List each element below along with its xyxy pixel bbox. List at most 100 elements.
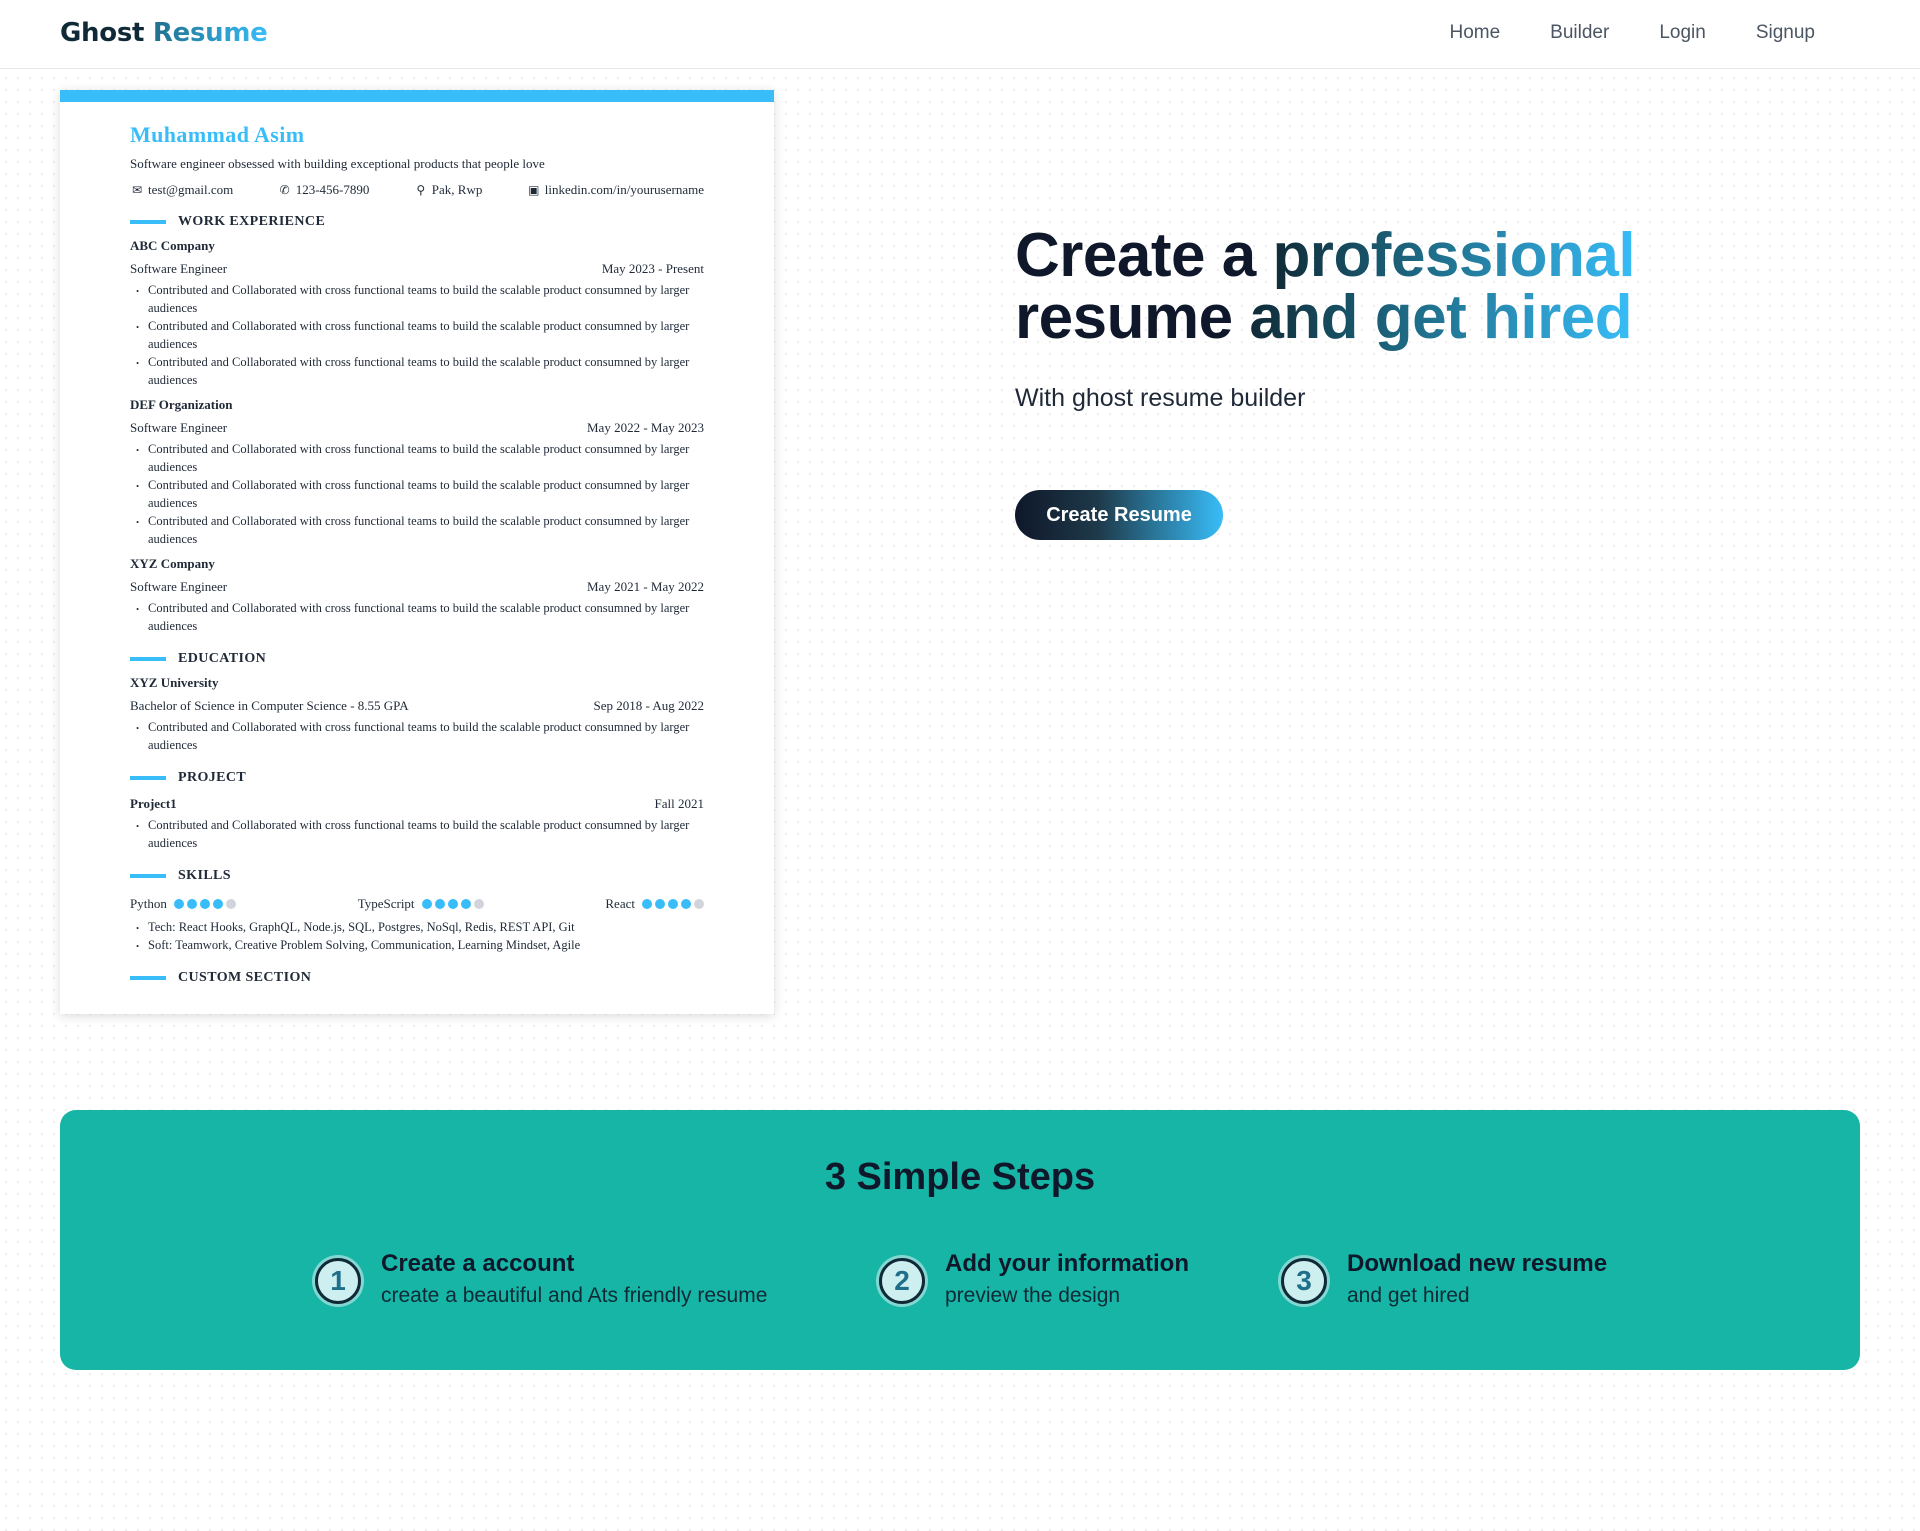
skill-rating: Python bbox=[130, 896, 236, 912]
steps-title: 3 Simple Steps bbox=[824, 1156, 1096, 1198]
contact-phone: ✆ 123-456-7890 bbox=[278, 182, 370, 198]
skill-rating: React bbox=[605, 896, 704, 912]
contact-email-text: test@gmail.com bbox=[148, 182, 234, 197]
project-entry: Project1 Fall 2021 Contributed and Collab… bbox=[130, 796, 704, 852]
resume-summary: Software engineer obsessed with building… bbox=[130, 156, 545, 171]
skill-dot-filled bbox=[434, 899, 445, 909]
section-heading-education: EDUCATION bbox=[130, 651, 704, 667]
hero-title-part: Create a bbox=[1015, 221, 1273, 290]
work-entry: ABC Company Software Engineer May 2023 - … bbox=[130, 238, 704, 389]
step-title: Add your information bbox=[945, 1250, 1189, 1277]
work-bullet: Contributed and Collaborated with cross … bbox=[130, 279, 704, 317]
step-item: 2 Add your information preview the desig… bbox=[879, 1250, 1189, 1308]
step-title: Create a account bbox=[381, 1250, 575, 1277]
skills-ratings: Python TypeScript React bbox=[130, 896, 704, 912]
step-number-badge: 2 bbox=[879, 1258, 925, 1304]
phone-icon: ✆ bbox=[279, 183, 290, 197]
step-description: create a beautiful and Ats friendly resu… bbox=[381, 1284, 768, 1307]
work-bullet: Contributed and Collaborated with cross … bbox=[130, 510, 704, 548]
step-number-badge: 1 bbox=[315, 1258, 361, 1304]
skill-dots bbox=[173, 899, 236, 909]
education-school: XYZ University bbox=[130, 675, 219, 690]
linkedin-icon: ▣ bbox=[528, 183, 540, 197]
mail-icon: ✉ bbox=[131, 183, 143, 197]
resume-preview: Muhammad Asim Software engineer obsessed… bbox=[60, 90, 774, 1014]
project-name: Project1 bbox=[130, 796, 177, 811]
section-title: SKILLS bbox=[178, 868, 231, 883]
nav-link-login[interactable]: Login bbox=[1634, 22, 1731, 44]
hero-title-part: resume bbox=[1015, 283, 1250, 352]
hero-title: Create a professional resume and get hir… bbox=[1015, 225, 1636, 352]
skill-dot-empty bbox=[473, 899, 484, 909]
work-dates: May 2022 - May 2023 bbox=[587, 420, 704, 435]
work-role: Software Engineer bbox=[130, 261, 228, 276]
work-bullet: Contributed and Collaborated with cross … bbox=[130, 438, 704, 476]
work-dates: May 2021 - May 2022 bbox=[587, 579, 704, 594]
education-entry: XYZ University Bachelor of Science in Co… bbox=[130, 675, 704, 754]
section-heading-project: PROJECT bbox=[130, 770, 704, 786]
contact-email: ✉ test@gmail.com bbox=[130, 182, 233, 198]
work-company: XYZ Company bbox=[130, 556, 215, 571]
step-description: preview the design bbox=[945, 1284, 1121, 1307]
resume-name: Muhammad Asim bbox=[130, 122, 305, 147]
work-bullet: Contributed and Collaborated with cross … bbox=[130, 474, 704, 512]
work-entry: DEF Organization Software Engineer May 20… bbox=[130, 397, 704, 548]
education-degree: Bachelor of Science in Computer Science … bbox=[130, 698, 409, 713]
hero-subtitle: With ghost resume builder bbox=[1015, 384, 1306, 412]
step-description: and get hired bbox=[1347, 1284, 1470, 1307]
logo-text-ghost: Ghost bbox=[60, 18, 145, 48]
step-title: Download new resume bbox=[1347, 1250, 1608, 1277]
work-role: Software Engineer bbox=[130, 579, 228, 594]
nav-link-builder[interactable]: Builder bbox=[1525, 22, 1634, 44]
section-accent-bar bbox=[130, 220, 166, 224]
section-title: PROJECT bbox=[178, 770, 247, 785]
nav-link-signup[interactable]: Signup bbox=[1731, 22, 1840, 44]
education-dates: Sep 2018 - Aug 2022 bbox=[593, 698, 705, 713]
work-bullet: Contributed and Collaborated with cross … bbox=[130, 351, 704, 389]
skill-dot-empty bbox=[693, 899, 704, 909]
brand-logo[interactable]: Ghost Resume bbox=[60, 18, 268, 48]
contact-location: ⚲ Pak, Rwp bbox=[414, 182, 483, 198]
skill-rating: TypeScript bbox=[358, 896, 484, 912]
section-accent-bar bbox=[130, 976, 166, 980]
skill-dots bbox=[641, 899, 704, 909]
work-dates: May 2023 - Present bbox=[601, 261, 704, 276]
skill-dot-filled bbox=[212, 899, 223, 909]
steps-section: 3 Simple Steps 1 Create a account create… bbox=[60, 1110, 1860, 1370]
create-resume-button[interactable]: Create Resume bbox=[1015, 490, 1223, 540]
step-item: 3 Download new resume and get hired bbox=[1281, 1250, 1607, 1308]
section-accent-bar bbox=[130, 657, 166, 661]
work-company: ABC Company bbox=[130, 238, 215, 253]
section-heading-work: WORK EXPERIENCE bbox=[130, 214, 704, 230]
nav-link-home[interactable]: Home bbox=[1424, 22, 1525, 44]
skill-dot-filled bbox=[680, 899, 691, 909]
skill-name: Python bbox=[130, 896, 167, 911]
step-item: 1 Create a account create a beautiful an… bbox=[315, 1250, 767, 1308]
step-number-badge: 3 bbox=[1281, 1258, 1327, 1304]
location-pin-icon: ⚲ bbox=[416, 183, 426, 197]
project-bullet: Contributed and Collaborated with cross … bbox=[130, 814, 704, 852]
education-bullet: Contributed and Collaborated with cross … bbox=[130, 716, 704, 754]
section-heading-skills: SKILLS bbox=[130, 868, 704, 884]
section-accent-bar bbox=[130, 874, 166, 878]
skill-dot-filled bbox=[186, 899, 197, 909]
contact-linkedin: ▣ linkedin.com/in/yourusername bbox=[527, 182, 704, 198]
contact-linkedin-text: linkedin.com/in/yourusername bbox=[544, 182, 704, 197]
section-accent-bar bbox=[130, 776, 166, 780]
hero-title-highlight: and get hired bbox=[1249, 283, 1633, 352]
contact-phone-text: 123-456-7890 bbox=[295, 182, 370, 197]
skills-soft: Soft: Teamwork, Creative Problem Solving… bbox=[130, 934, 704, 954]
skill-dot-filled bbox=[173, 899, 184, 909]
top-navbar: Ghost Resume Home Builder Login Signup bbox=[0, 0, 1920, 69]
section-title: WORK EXPERIENCE bbox=[178, 214, 326, 229]
skill-dot-filled bbox=[421, 899, 432, 909]
skill-dot-filled bbox=[199, 899, 210, 909]
work-bullet: Contributed and Collaborated with cross … bbox=[130, 597, 704, 635]
skill-dot-empty bbox=[225, 899, 236, 909]
skill-dot-filled bbox=[667, 899, 678, 909]
skill-dot-filled bbox=[654, 899, 665, 909]
resume-contacts: ✉ test@gmail.com ✆ 123-456-7890 ⚲ Pak, R… bbox=[130, 182, 704, 198]
work-company: DEF Organization bbox=[130, 397, 233, 412]
logo-text-resume: Resume bbox=[152, 18, 268, 48]
contact-location-text: Pak, Rwp bbox=[431, 182, 483, 197]
